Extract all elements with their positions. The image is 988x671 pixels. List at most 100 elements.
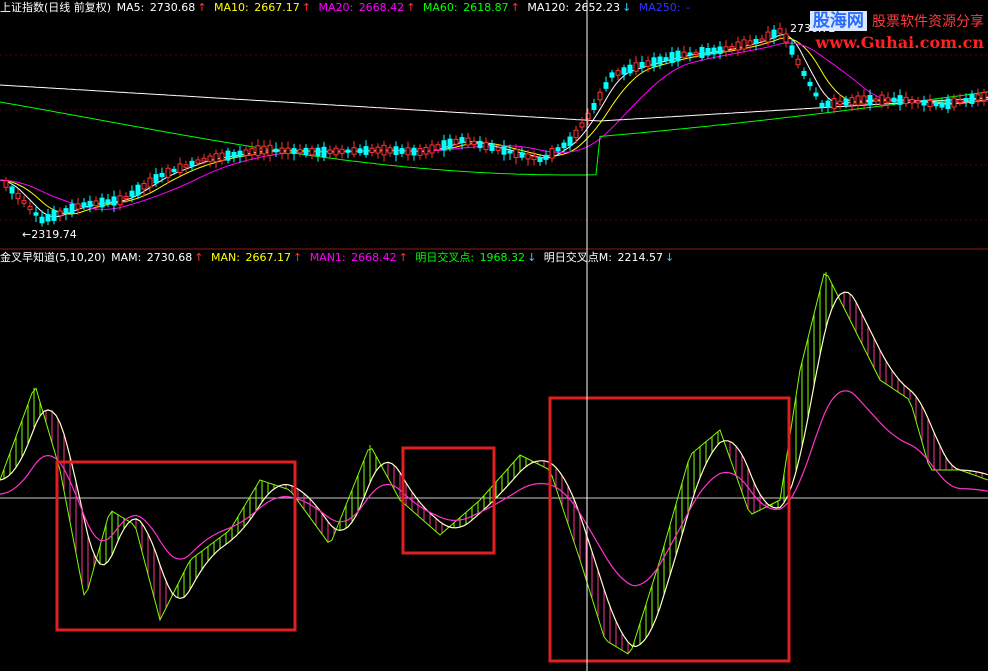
candle-body xyxy=(981,91,987,101)
candle-body xyxy=(357,148,363,154)
sub-panel-header: 金叉早知道(5,10,20) MAM: 2730.68 ↑ MAN: 2667.1… xyxy=(0,250,680,266)
candle-body xyxy=(915,100,921,104)
candle-body xyxy=(525,153,531,160)
candle-body xyxy=(81,202,87,208)
candle-body xyxy=(939,102,945,108)
candle-body xyxy=(321,146,327,158)
candle-body xyxy=(669,52,675,63)
candle-body xyxy=(219,152,225,161)
candle-body xyxy=(33,212,39,216)
candle-body xyxy=(351,147,357,155)
candle-body xyxy=(861,95,867,105)
candle-body xyxy=(159,172,165,178)
candle-body xyxy=(39,216,45,224)
candle-body xyxy=(123,195,129,200)
candle-body xyxy=(717,46,723,55)
candle-body xyxy=(21,200,27,204)
candle-body xyxy=(381,144,387,156)
candle-body xyxy=(477,140,483,149)
candle-body xyxy=(843,98,849,106)
candle-body xyxy=(573,129,579,139)
candle-body xyxy=(285,147,291,155)
candle-body xyxy=(129,190,135,197)
candle-body xyxy=(375,146,381,154)
candle-body xyxy=(213,153,219,163)
candle-body xyxy=(183,164,189,168)
candle-body xyxy=(879,94,885,106)
candle-body xyxy=(393,146,399,156)
candle-body xyxy=(171,168,177,173)
candle-body xyxy=(339,148,345,154)
main-indicator-ma20: MA20: 2668.42 ↑ xyxy=(318,1,416,14)
candle-body xyxy=(507,150,513,154)
candle-body xyxy=(495,147,501,151)
candle-body xyxy=(9,186,15,194)
candle-body xyxy=(945,98,951,110)
candle-body xyxy=(555,147,561,152)
candle-body xyxy=(765,31,771,43)
candle-body xyxy=(243,149,249,156)
candle-body xyxy=(423,147,429,155)
candle-body xyxy=(909,99,915,104)
main-panel-grid xyxy=(0,54,988,221)
candle-body xyxy=(819,102,825,108)
candle-body xyxy=(933,102,939,107)
candle-body xyxy=(75,203,81,210)
candle-body xyxy=(45,214,51,222)
candle-body xyxy=(465,137,471,146)
candle-body xyxy=(69,203,75,214)
candle-body xyxy=(363,146,369,155)
ma10-line xyxy=(0,37,988,215)
candle-body xyxy=(447,138,453,149)
candle-body xyxy=(237,150,243,157)
candle-body xyxy=(759,38,765,42)
candle-body xyxy=(885,97,891,103)
candle-body xyxy=(969,93,975,104)
candle-body xyxy=(537,157,543,162)
main-indicator-ma250: MA250: - xyxy=(638,1,690,14)
candle-body xyxy=(201,157,207,162)
candle-body xyxy=(57,210,63,217)
candle-body xyxy=(501,146,507,155)
candle-body xyxy=(297,149,303,154)
candle-body xyxy=(705,47,711,56)
candle-body xyxy=(531,155,537,161)
candle-body xyxy=(453,138,459,145)
candle-body xyxy=(747,40,753,46)
candle-body xyxy=(387,147,393,154)
candle-body xyxy=(225,150,231,161)
candle-body xyxy=(87,200,93,208)
candle-body xyxy=(735,41,741,51)
sub-indicator-mam: MAM: 2730.68 ↑ xyxy=(111,251,204,264)
candle-body xyxy=(957,99,963,104)
ma5-line xyxy=(0,34,988,218)
sub-panel-title: 金叉早知道(5,10,20) xyxy=(0,251,106,264)
candle-body xyxy=(603,82,609,89)
candle-body xyxy=(615,70,621,76)
sub-indicator-man: MAN: 2667.17 ↑ xyxy=(211,251,303,264)
candle-body xyxy=(927,99,933,108)
candle-body xyxy=(681,51,687,58)
candlestick-series xyxy=(3,22,987,227)
candle-body xyxy=(951,97,957,108)
candle-body xyxy=(117,195,123,206)
highlight-box xyxy=(401,446,496,555)
candle-body xyxy=(51,210,57,221)
candle-body xyxy=(15,192,21,200)
candle-body xyxy=(693,51,699,55)
candle-body xyxy=(261,145,267,155)
candle-body xyxy=(93,200,99,207)
watermark: 股海网 股票软件资源分享 www.Guhai.com.cn xyxy=(809,6,984,52)
candle-body xyxy=(99,197,105,208)
candle-body xyxy=(489,144,495,151)
candle-body xyxy=(831,98,837,109)
watermark-brand: 股海网 xyxy=(809,11,867,31)
candle-body xyxy=(273,148,279,153)
main-indicator-ma5: MA5: 2730.68 ↑ xyxy=(116,1,207,14)
low-price-label: ←2319.74 xyxy=(22,228,77,241)
chart-canvas[interactable]: ←2319.74 2736.72 xyxy=(0,0,988,671)
candle-body xyxy=(813,92,819,97)
candle-body xyxy=(327,149,333,154)
candle-body xyxy=(207,155,213,162)
candle-body xyxy=(753,39,759,44)
